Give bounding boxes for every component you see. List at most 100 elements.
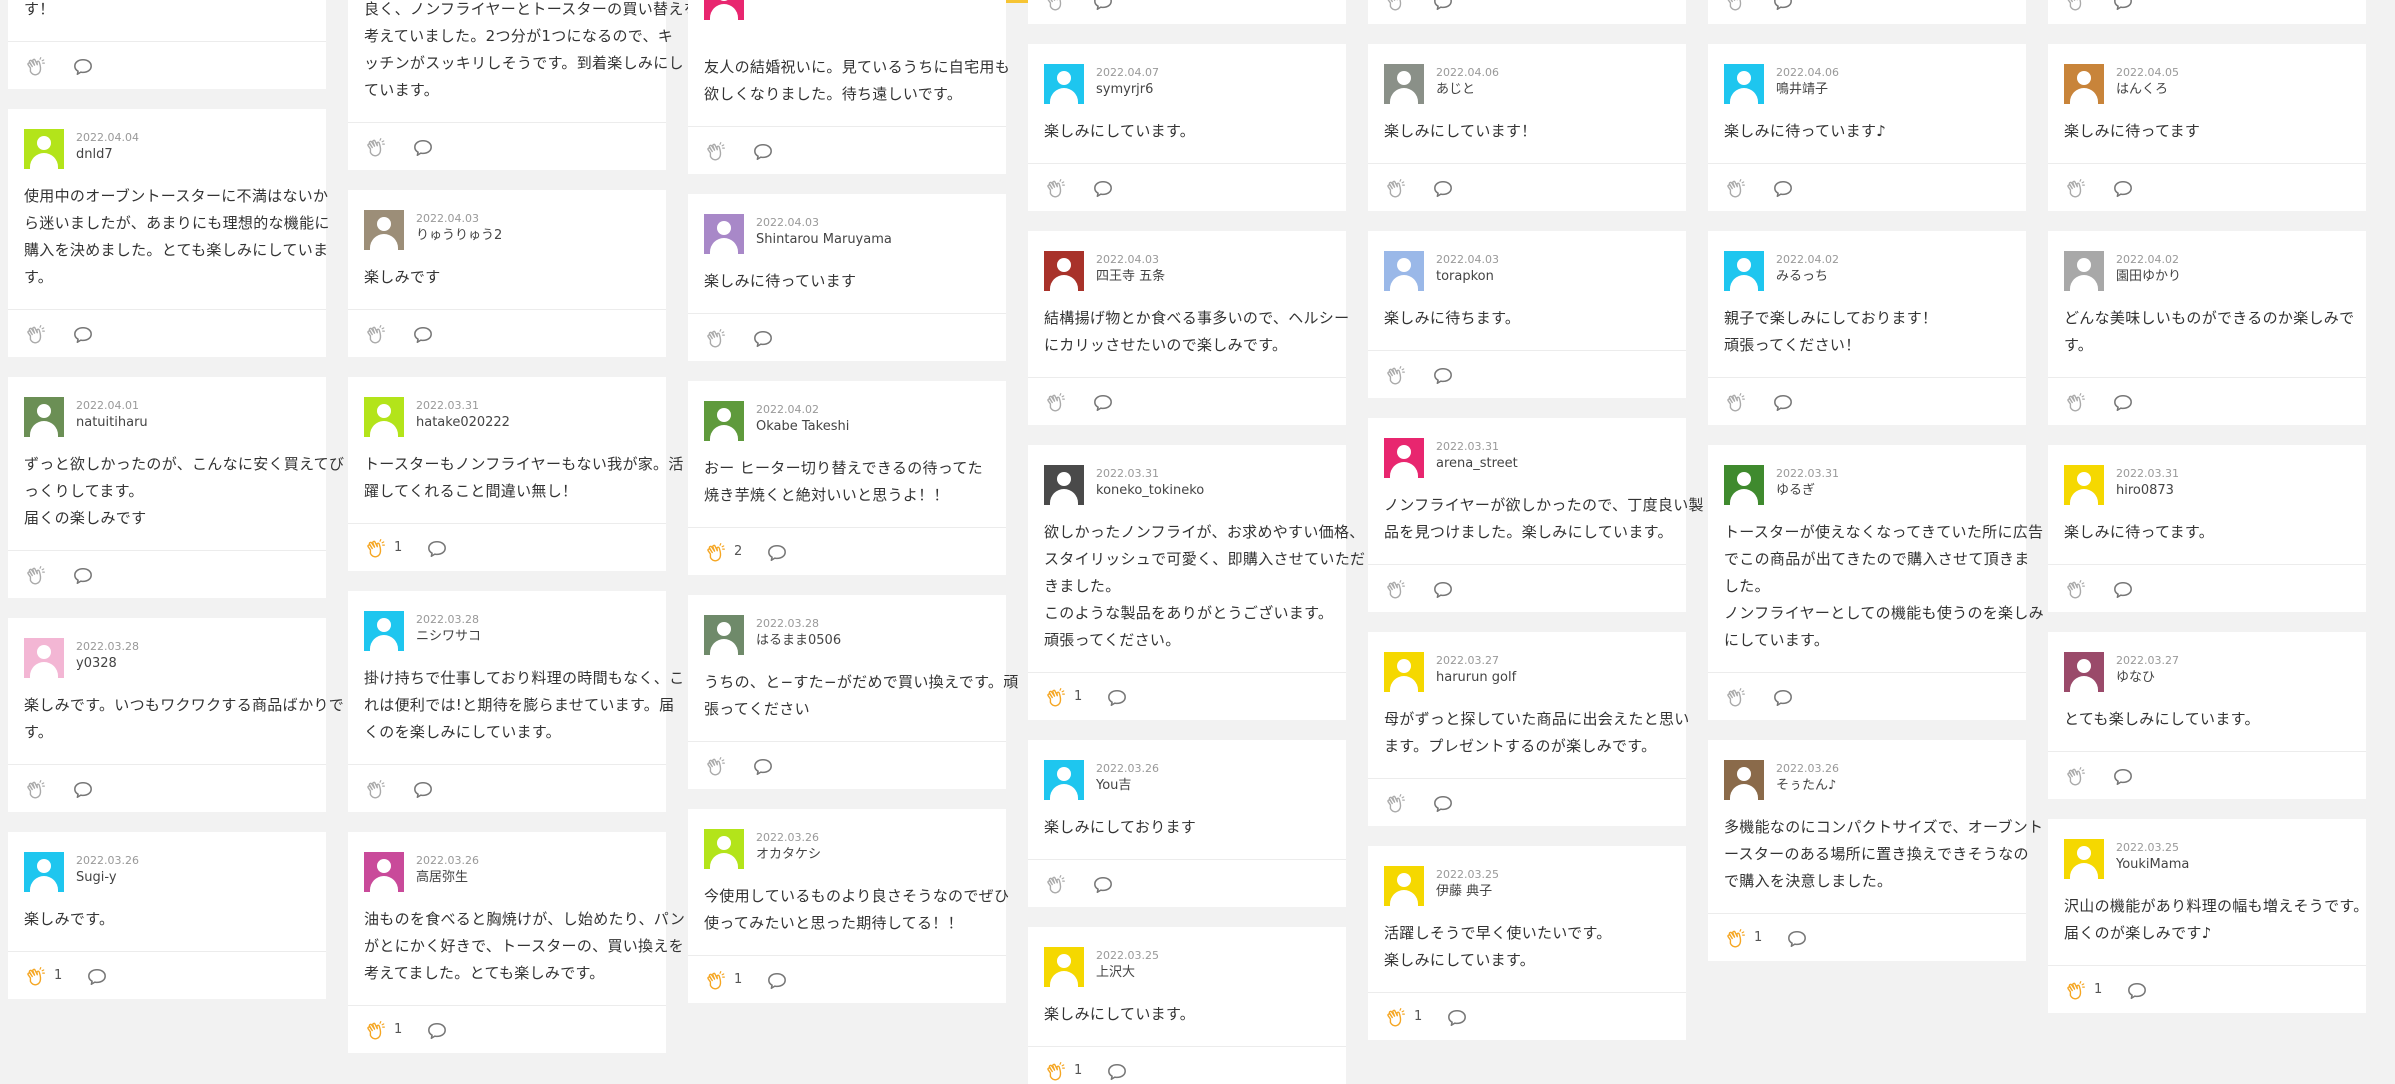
- comment-icon[interactable]: [1092, 393, 1114, 413]
- comment-icon[interactable]: [1786, 929, 1808, 949]
- avatar[interactable]: [2064, 465, 2104, 505]
- avatar[interactable]: [1724, 760, 1764, 800]
- avatar[interactable]: [704, 615, 744, 655]
- clap-icon[interactable]: [704, 970, 726, 992]
- comment-username[interactable]: 鳴井靖子: [1776, 80, 1839, 100]
- avatar[interactable]: [704, 214, 744, 254]
- comment-icon[interactable]: [766, 543, 788, 563]
- comment-username[interactable]: harurun golf: [1436, 668, 1516, 688]
- comment-icon[interactable]: [1772, 688, 1794, 708]
- clap-icon[interactable]: [1724, 687, 1746, 709]
- comment-icon[interactable]: [412, 780, 434, 800]
- clap-icon[interactable]: [1384, 365, 1406, 387]
- comment-icon[interactable]: [752, 757, 774, 777]
- comment-icon[interactable]: [1446, 1008, 1468, 1028]
- avatar[interactable]: [1384, 64, 1424, 104]
- avatar[interactable]: [364, 397, 404, 437]
- comment-icon[interactable]: [412, 325, 434, 345]
- avatar[interactable]: [2064, 652, 2104, 692]
- clap-icon[interactable]: [2064, 766, 2086, 788]
- avatar[interactable]: [2064, 839, 2104, 879]
- comment-icon[interactable]: [1106, 688, 1128, 708]
- comment-username[interactable]: Shintarou Maruyama: [756, 230, 892, 250]
- comment-icon[interactable]: [1092, 179, 1114, 199]
- clap-icon[interactable]: [1724, 392, 1746, 414]
- avatar[interactable]: [1044, 760, 1084, 800]
- comment-username[interactable]: ゆなひ: [2116, 668, 2179, 688]
- comment-username[interactable]: あじと: [1436, 80, 1499, 100]
- comment-icon[interactable]: [752, 142, 774, 162]
- comment-username[interactable]: Sugi-y: [76, 868, 139, 888]
- clap-icon[interactable]: [1724, 0, 1746, 13]
- comment-username[interactable]: YoukiMama: [2116, 855, 2189, 875]
- avatar[interactable]: [364, 852, 404, 892]
- comment-icon[interactable]: [72, 57, 94, 77]
- comment-icon[interactable]: [426, 1021, 448, 1041]
- comment-icon[interactable]: [2112, 767, 2134, 787]
- avatar[interactable]: [1384, 438, 1424, 478]
- comment-icon[interactable]: [766, 971, 788, 991]
- avatar[interactable]: [1384, 866, 1424, 906]
- clap-icon[interactable]: [2064, 579, 2086, 601]
- avatar[interactable]: [1044, 251, 1084, 291]
- clap-icon[interactable]: [24, 565, 46, 587]
- comment-icon[interactable]: [72, 566, 94, 586]
- comment-username[interactable]: 園田ゆかり: [2116, 267, 2181, 287]
- clap-icon[interactable]: [704, 756, 726, 778]
- comment-username[interactable]: りゅうりゅう2: [416, 226, 502, 246]
- clap-icon[interactable]: [1044, 0, 1066, 13]
- comment-icon[interactable]: [412, 138, 434, 158]
- clap-icon[interactable]: [2064, 178, 2086, 200]
- clap-icon[interactable]: [704, 328, 726, 350]
- comment-username[interactable]: hatake020222: [416, 413, 510, 433]
- clap-icon[interactable]: [1384, 1007, 1406, 1029]
- clap-icon[interactable]: [2064, 0, 2086, 13]
- clap-icon[interactable]: [704, 542, 726, 564]
- comment-icon[interactable]: [1772, 393, 1794, 413]
- comment-icon[interactable]: [426, 539, 448, 559]
- comment-username[interactable]: hiro0873: [2116, 481, 2179, 501]
- avatar[interactable]: [704, 829, 744, 869]
- avatar[interactable]: [704, 0, 744, 20]
- comment-username[interactable]: みるっち: [1776, 267, 1839, 287]
- avatar[interactable]: [2064, 251, 2104, 291]
- clap-icon[interactable]: [364, 137, 386, 159]
- clap-icon[interactable]: [1044, 392, 1066, 414]
- comment-username[interactable]: ゆるぎ: [1776, 481, 1839, 501]
- avatar[interactable]: [1724, 251, 1764, 291]
- clap-icon[interactable]: [364, 324, 386, 346]
- comment-icon[interactable]: [2112, 179, 2134, 199]
- comment-username[interactable]: symyrjr6: [1096, 80, 1159, 100]
- comment-username[interactable]: ニシワサコ: [416, 627, 481, 647]
- comment-icon[interactable]: [2112, 393, 2134, 413]
- clap-icon[interactable]: [1384, 0, 1406, 13]
- clap-icon[interactable]: [1044, 178, 1066, 200]
- clap-icon[interactable]: [1044, 1061, 1066, 1083]
- avatar[interactable]: [1044, 947, 1084, 987]
- clap-icon[interactable]: [24, 56, 46, 78]
- comment-icon[interactable]: [86, 967, 108, 987]
- comment-icon[interactable]: [1432, 0, 1454, 12]
- comment-username[interactable]: dnld7: [76, 145, 139, 165]
- clap-icon[interactable]: [704, 141, 726, 163]
- avatar[interactable]: [1384, 652, 1424, 692]
- comment-username[interactable]: y0328: [76, 654, 139, 674]
- clap-icon[interactable]: [24, 966, 46, 988]
- clap-icon[interactable]: [1044, 687, 1066, 709]
- comment-icon[interactable]: [72, 780, 94, 800]
- clap-icon[interactable]: [1724, 178, 1746, 200]
- comment-username[interactable]: Okabe Takeshi: [756, 417, 849, 437]
- comment-username[interactable]: torapkon: [1436, 267, 1499, 287]
- avatar[interactable]: [1724, 465, 1764, 505]
- comment-icon[interactable]: [2112, 580, 2134, 600]
- avatar[interactable]: [704, 401, 744, 441]
- comment-username[interactable]: You吉: [1096, 776, 1159, 796]
- comment-icon[interactable]: [1432, 794, 1454, 814]
- clap-icon[interactable]: [24, 779, 46, 801]
- comment-icon[interactable]: [1092, 0, 1114, 12]
- clap-icon[interactable]: [364, 1020, 386, 1042]
- clap-icon[interactable]: [24, 324, 46, 346]
- avatar[interactable]: [364, 611, 404, 651]
- avatar[interactable]: [364, 210, 404, 250]
- comment-username[interactable]: natuitiharu: [76, 413, 148, 433]
